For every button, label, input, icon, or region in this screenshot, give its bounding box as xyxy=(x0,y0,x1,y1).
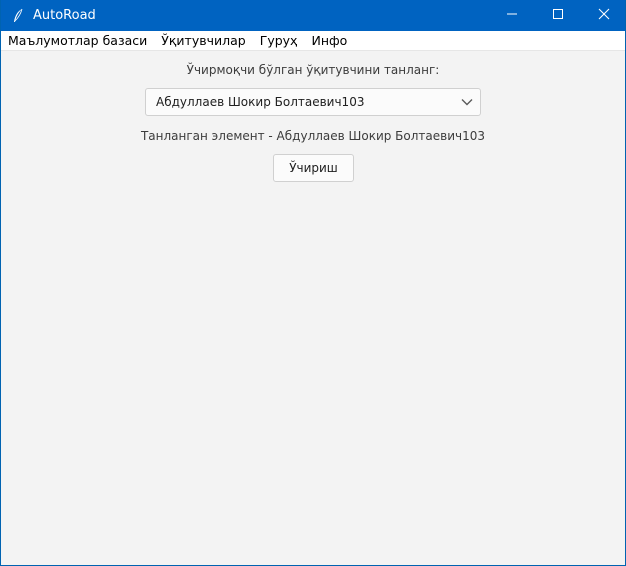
feather-icon xyxy=(11,8,25,24)
select-teacher-prompt: Ўчирмоқчи бўлган ўқитувчини танланг: xyxy=(186,63,440,77)
maximize-icon xyxy=(552,7,564,25)
selected-element-label: Танланган элемент - Абдуллаев Шокир Болт… xyxy=(140,129,486,143)
main-content: Ўчирмоқчи бўлган ўқитувчини танланг: Абд… xyxy=(1,51,625,565)
menu-bar: Маълумотлар базаси Ўқитувчилар Гуруҳ Инф… xyxy=(1,31,625,51)
menu-group[interactable]: Гуруҳ xyxy=(253,31,305,50)
title-bar[interactable]: AutoRoad xyxy=(1,0,625,31)
teacher-select-value: Абдуллаев Шокир Болтаевич103 xyxy=(156,95,365,109)
minimize-icon xyxy=(506,7,518,25)
close-icon xyxy=(598,7,610,25)
chevron-down-icon[interactable] xyxy=(460,95,474,109)
menu-info[interactable]: Инфо xyxy=(304,31,354,50)
window-title: AutoRoad xyxy=(33,8,96,23)
menu-database[interactable]: Маълумотлар базаси xyxy=(1,31,154,50)
menu-teachers[interactable]: Ўқитувчилар xyxy=(154,31,252,50)
minimize-button[interactable] xyxy=(489,0,535,31)
delete-button[interactable]: Ўчириш xyxy=(273,154,354,182)
maximize-button[interactable] xyxy=(535,0,581,31)
app-window: AutoRoad Маълумотлар базаси Ўқитувчилар … xyxy=(0,0,626,566)
teacher-select[interactable]: Абдуллаев Шокир Болтаевич103 xyxy=(145,88,481,116)
close-button[interactable] xyxy=(581,0,625,31)
